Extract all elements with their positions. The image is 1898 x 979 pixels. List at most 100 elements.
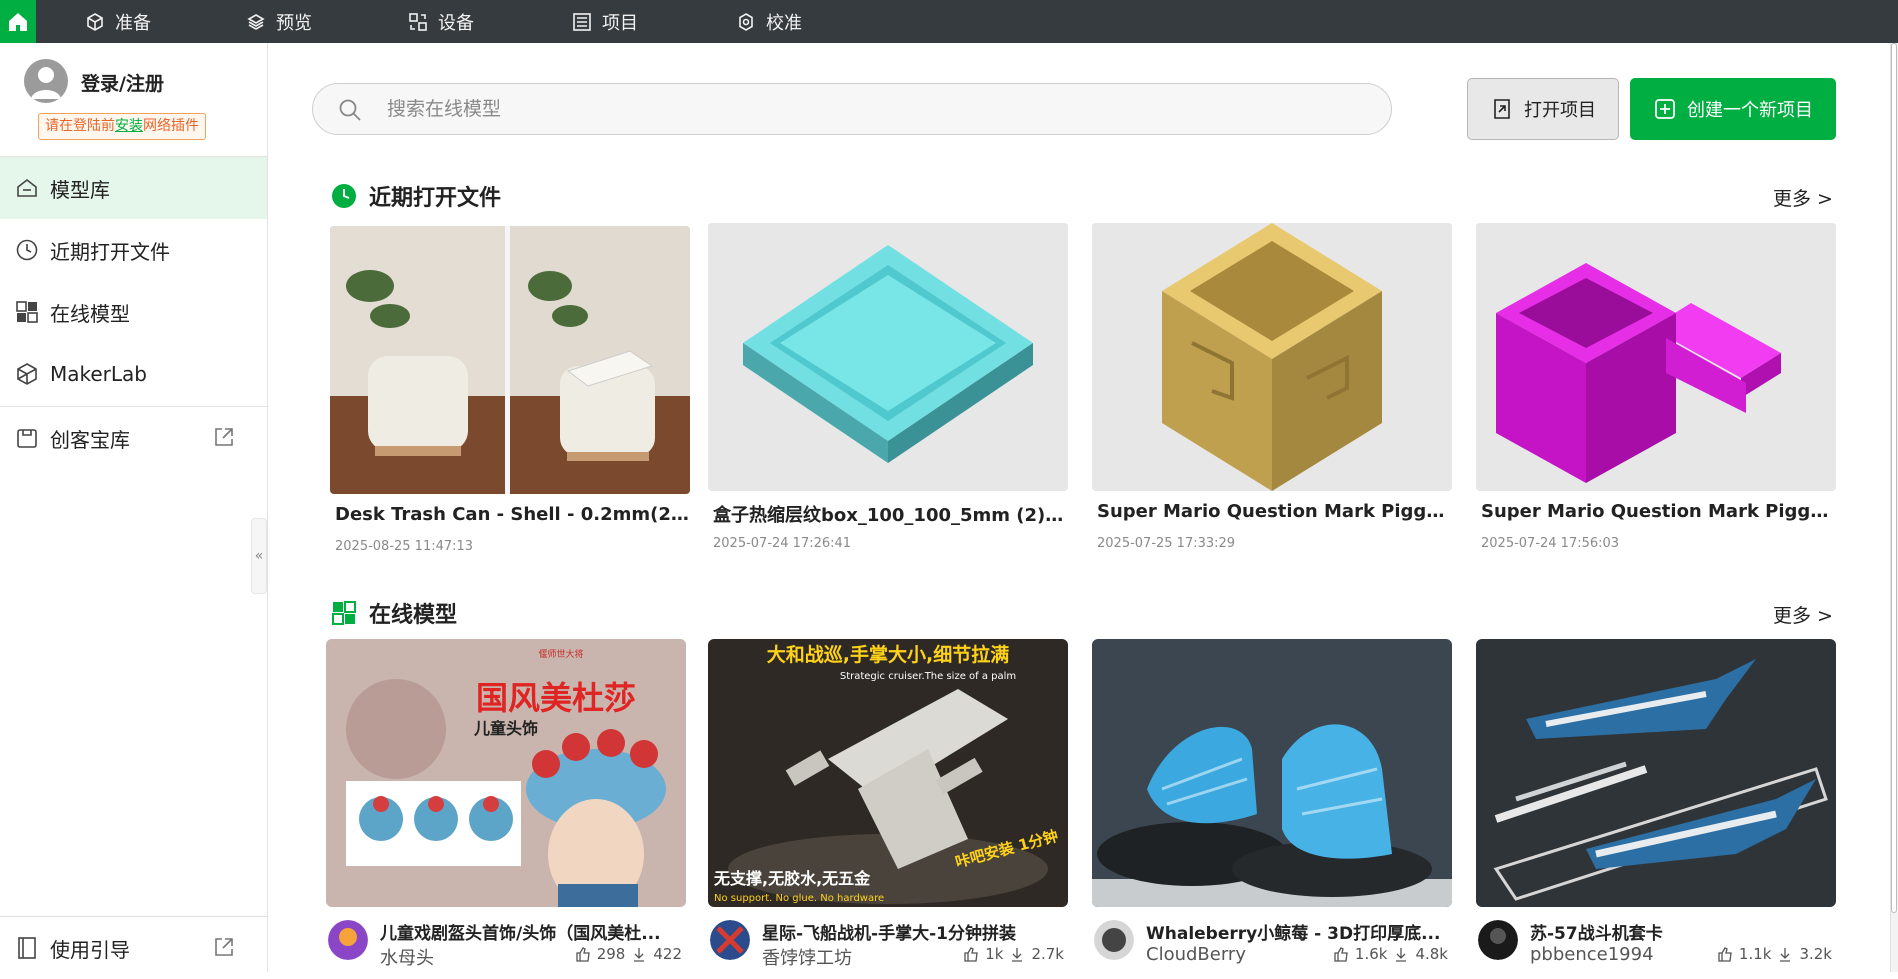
- author-avatar[interactable]: [328, 920, 368, 960]
- headdress-photo: 国风美杜莎 儿童头饰 偃师世大将: [326, 639, 686, 907]
- trash-can-photo: [330, 226, 690, 494]
- search-bar: [312, 83, 1392, 135]
- notice-text-before: 请在登陆前: [45, 118, 115, 134]
- model-author[interactable]: pbbence1994: [1530, 944, 1654, 965]
- notice-text-after: 网络插件: [143, 118, 199, 134]
- jet-kit-photo: [1476, 639, 1836, 907]
- file-title: Super Mario Question Mark Piggy Ba...: [1481, 501, 1836, 522]
- online-model-card[interactable]: Whaleberry小鲸莓 - 3D打印厚底... CloudBerry 1.6…: [1092, 639, 1452, 969]
- sidebar-item-maker-treasure[interactable]: 创客宝库: [0, 407, 267, 469]
- avatar[interactable]: [24, 59, 68, 103]
- user-icon: [31, 67, 61, 99]
- model-thumbnail: 国风美杜莎 儿童头饰 偃师世大将: [326, 639, 686, 907]
- open-file-icon: [1494, 99, 1510, 119]
- calibrate-icon: [739, 12, 753, 31]
- sidebar-item-label: 模型库: [50, 177, 110, 202]
- sidebar-item-label: 近期打开文件: [50, 239, 170, 264]
- download-count: 3.2k: [1799, 945, 1832, 963]
- download-count: 2.7k: [1031, 945, 1064, 963]
- download-icon: [1780, 948, 1791, 962]
- model-title: 星际-飞船战机-手掌大-1分钟拼装: [762, 924, 1016, 944]
- sidebar-item-label: 在线模型: [50, 301, 130, 326]
- banner-text: 大和战巡,手掌大小,细节拉满: [767, 643, 1009, 666]
- download-count: 4.8k: [1415, 945, 1448, 963]
- plugin-notice: 请在登陆前安装网络插件: [38, 113, 206, 140]
- new-project-button[interactable]: 创建一个新项目: [1630, 78, 1836, 140]
- sidebar-item-online-models[interactable]: 在线模型: [0, 281, 267, 343]
- sidebar-item-guide[interactable]: 使用引导: [0, 917, 267, 979]
- download-count: 422: [653, 945, 682, 963]
- search-icon: [339, 99, 361, 121]
- sub-banner-text: 儿童头饰: [473, 719, 538, 738]
- download-icon: [634, 948, 645, 962]
- file-thumbnail: [1476, 223, 1836, 491]
- book-icon: [18, 937, 36, 959]
- bag-icon: [17, 429, 37, 448]
- plus-square-icon: [1655, 99, 1675, 119]
- sidebar-item-recent[interactable]: 近期打开文件: [0, 219, 267, 281]
- file-date: 2025-07-24 17:26:41: [713, 536, 852, 551]
- file-title: Super Mario Question Mark Piggy Ba...: [1097, 501, 1452, 522]
- online-heading-text: 在线模型: [369, 603, 458, 628]
- online-section-heading: 在线模型: [331, 597, 457, 629]
- nav-calibrate-label: 校准: [766, 12, 802, 34]
- online-more-link[interactable]: 更多 >: [1773, 601, 1833, 628]
- nav-device[interactable]: 设备: [408, 0, 474, 43]
- nav-project[interactable]: 项目: [572, 0, 638, 43]
- layers-icon: [247, 13, 265, 30]
- spaceship-photo: 大和战巡,手掌大小,细节拉满 Strategic cruiser.The siz…: [708, 639, 1068, 907]
- model-thumbnail: 大和战巡,手掌大小,细节拉满 Strategic cruiser.The siz…: [708, 639, 1068, 907]
- tag-text: 偃师世大将: [538, 648, 583, 660]
- online-model-card[interactable]: 大和战巡,手掌大小,细节拉满 Strategic cruiser.The siz…: [708, 639, 1068, 969]
- like-count: 1.1k: [1738, 945, 1772, 963]
- sidebar-item-label: 使用引导: [50, 937, 130, 962]
- file-date: 2025-07-24 17:56:03: [1481, 536, 1620, 551]
- clock-filled-icon: [332, 184, 356, 208]
- sidebar-item-model-library[interactable]: 模型库: [0, 157, 267, 219]
- model-stats: 1k 2.7k: [963, 945, 1064, 963]
- download-icon: [1396, 948, 1407, 962]
- collapse-sidebar-handle[interactable]: «: [251, 518, 267, 594]
- list-icon: [573, 12, 591, 31]
- nav-project-label: 项目: [602, 12, 638, 34]
- model-title: 苏-57战斗机套卡: [1530, 924, 1663, 944]
- search-input[interactable]: [387, 94, 1367, 124]
- thumbs-up-icon: [576, 947, 590, 962]
- model-author[interactable]: CloudBerry: [1146, 944, 1246, 965]
- question-block-magenta-render: [1476, 223, 1836, 491]
- like-count: 298: [596, 945, 626, 963]
- open-project-button[interactable]: 打开项目: [1467, 78, 1619, 140]
- grid-cubes-icon: [16, 301, 38, 323]
- file-thumbnail: [1092, 223, 1452, 491]
- new-project-label: 创建一个新项目: [1687, 100, 1813, 121]
- file-date: 2025-07-25 17:33:29: [1097, 536, 1236, 551]
- author-avatar[interactable]: [710, 920, 750, 960]
- model-title: 儿童戏剧盔头首饰/头饰（国风美杜...: [380, 924, 661, 944]
- clock-icon: [16, 239, 38, 261]
- bottom-text: 无支撑,无胶水,无五金: [713, 869, 871, 888]
- author-avatar[interactable]: [1094, 920, 1134, 960]
- model-author[interactable]: 香饽饽工坊: [762, 944, 852, 970]
- nav-preview-label: 预览: [276, 12, 312, 34]
- nav-calibrate[interactable]: 校准: [736, 0, 802, 43]
- install-link[interactable]: 安装: [115, 118, 143, 134]
- model-author[interactable]: 水母头: [380, 944, 434, 970]
- sidebar: 登录/注册 请在登陆前安装网络插件 模型库 近期打开文件 在线模型 MakerL…: [0, 43, 268, 972]
- download-icon: [1012, 948, 1023, 962]
- nav-preview[interactable]: 预览: [246, 0, 312, 43]
- sidebar-item-makerlab[interactable]: MakerLab: [0, 343, 267, 405]
- recent-section-heading: 近期打开文件: [331, 180, 501, 212]
- nav-prepare[interactable]: 准备: [85, 0, 151, 43]
- thumbs-up-icon: [1718, 947, 1732, 962]
- recent-heading-text: 近期打开文件: [369, 186, 502, 211]
- vertical-scrollbar-thumb[interactable]: [1891, 43, 1897, 913]
- model-stats: 1.6k 4.8k: [1333, 945, 1448, 963]
- author-avatar[interactable]: [1478, 920, 1518, 960]
- sub-banner-text: Strategic cruiser.The size of a palm: [840, 671, 1016, 682]
- online-model-card[interactable]: 苏-57战斗机套卡 pbbence1994 1.1k 3.2k: [1476, 639, 1836, 969]
- online-model-card[interactable]: 国风美杜莎 儿童头饰 偃师世大将 儿童戏剧盔头首饰/头饰（国风美杜... 水母头…: [326, 639, 686, 969]
- login-link[interactable]: 登录/注册: [81, 69, 164, 96]
- file-title: 盒子热缩层纹box_100_100_5mm (2).3mf: [713, 505, 1068, 526]
- recent-more-link[interactable]: 更多 >: [1773, 184, 1833, 211]
- home-button[interactable]: [0, 0, 36, 43]
